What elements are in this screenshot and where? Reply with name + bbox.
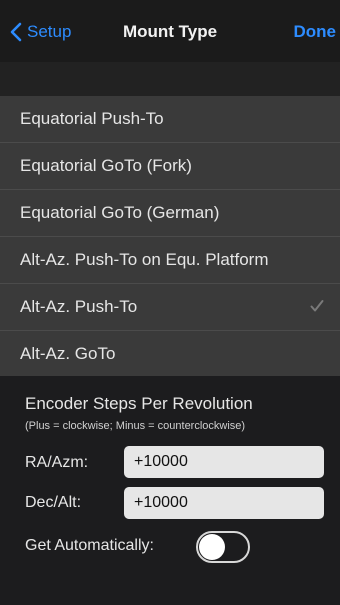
mount-type-label: Alt-Az. Push-To [20,297,138,316]
mount-type-item-alt-az-push-to[interactable]: Alt-Az. Push-To [0,284,340,331]
ra-steps-input[interactable] [124,446,324,478]
section-spacer [0,62,340,96]
mount-type-label: Alt-Az. Push-To on Equ. Platform [20,250,269,269]
dec-label: Dec/Alt: [25,494,82,511]
encoder-title: Encoder Steps Per Revolution [25,394,253,413]
toggle-knob [199,534,225,560]
mount-type-item-alt-az-push-to-equ-platform[interactable]: Alt-Az. Push-To on Equ. Platform [0,237,340,284]
mount-type-label: Equatorial GoTo (Fork) [20,156,192,175]
navigation-bar: Setup Mount Type Done [0,0,340,62]
mount-type-list: Equatorial Push-To Equatorial GoTo (Fork… [0,96,340,377]
dec-steps-input[interactable] [124,487,324,519]
encoder-settings-panel: Encoder Steps Per Revolution (Plus = clo… [0,376,340,605]
mount-type-item-equatorial-goto-german[interactable]: Equatorial GoTo (German) [0,190,340,237]
encoder-subtitle: (Plus = clockwise; Minus = counterclockw… [25,420,246,432]
get-automatically-label: Get Automatically: [25,537,154,554]
mount-type-label: Equatorial GoTo (German) [20,203,220,222]
page-title: Mount Type [122,22,218,41]
checkmark-icon [310,300,324,312]
mount-type-item-equatorial-goto-fork[interactable]: Equatorial GoTo (Fork) [0,143,340,190]
mount-type-item-equatorial-push-to[interactable]: Equatorial Push-To [0,96,340,143]
done-button[interactable]: Done [294,22,337,42]
get-automatically-toggle[interactable] [196,531,250,563]
mount-type-label: Alt-Az. GoTo [20,344,116,363]
mount-type-item-alt-az-goto[interactable]: Alt-Az. GoTo [0,331,340,377]
mount-type-label: Equatorial Push-To [20,109,164,128]
ra-label: RA/Azm: [25,454,89,471]
